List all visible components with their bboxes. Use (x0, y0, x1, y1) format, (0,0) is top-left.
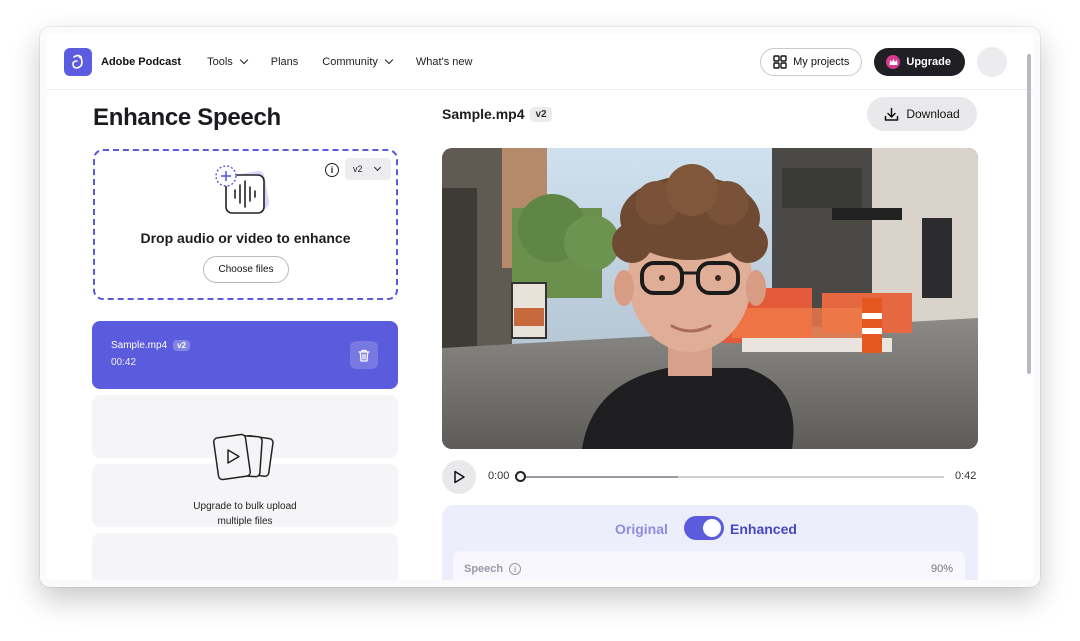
selected-file-name: Sample.mp4 (442, 106, 525, 122)
chevron-down-icon (373, 163, 381, 172)
download-label: Download (906, 107, 960, 121)
download-icon (885, 107, 899, 121)
version-badge: v2 (173, 340, 191, 351)
play-icon (454, 470, 465, 484)
avatar[interactable] (977, 47, 1007, 77)
top-navigation: Adobe Podcast Tools Plans Community What… (47, 34, 1033, 90)
delete-file-button[interactable] (350, 341, 378, 369)
trash-icon (358, 349, 370, 362)
download-button[interactable]: Download (867, 97, 977, 131)
my-projects-label: My projects (793, 56, 850, 68)
selected-file-title: Sample.mp4 v2 (442, 106, 552, 122)
version-select[interactable]: v2 (345, 158, 391, 180)
choose-files-button[interactable]: Choose files (203, 256, 289, 283)
seek-bar[interactable] (521, 476, 944, 478)
chevron-down-icon (384, 55, 394, 65)
upgrade-label: Upgrade (906, 56, 951, 68)
empty-file-slot (92, 533, 398, 580)
nav-tools[interactable]: Tools (207, 55, 249, 68)
info-icon[interactable]: i (325, 163, 339, 177)
speech-strength-row[interactable]: Speech i 90% (453, 551, 965, 580)
enhance-panel: Original Enhanced Speech i 90% (442, 505, 978, 580)
version-badge: v2 (530, 106, 552, 122)
adobe-podcast-logo-icon[interactable] (64, 47, 92, 76)
nav-whats-new-label: What's new (415, 55, 473, 68)
brand-name[interactable]: Adobe Podcast (101, 56, 181, 68)
page-scrollbar[interactable] (1027, 54, 1031, 374)
file-card-title: Sample.mp4 v2 (111, 340, 191, 351)
nav-tools-label: Tools (207, 55, 233, 68)
speech-value: 90% (930, 563, 953, 575)
version-select-value: v2 (353, 164, 363, 174)
chevron-down-icon (239, 55, 249, 65)
nav-plans-label: Plans (270, 55, 299, 68)
file-card-selected[interactable]: Sample.mp4 v2 00:42 (92, 321, 398, 389)
original-enhanced-toggle[interactable] (684, 516, 724, 540)
upload-dropzone[interactable]: i v2 Drop audio or video to enhance Choo… (93, 149, 398, 300)
file-card-name: Sample.mp4 (111, 340, 168, 351)
browser-content: Adobe Podcast Tools Plans Community What… (47, 34, 1033, 580)
page-title: Enhance Speech (93, 104, 281, 131)
my-projects-button[interactable]: My projects (760, 48, 863, 76)
video-preview[interactable] (442, 148, 978, 449)
nav-whats-new[interactable]: What's new (416, 56, 473, 68)
bulk-upload-line-2: multiple files (217, 516, 273, 527)
nav-community-label: Community (322, 55, 378, 68)
bulk-upload-message: Upgrade to bulk upload multiple files (92, 499, 398, 529)
current-time: 0:00 (488, 470, 510, 482)
nav-plans[interactable]: Plans (271, 56, 299, 68)
enhanced-label[interactable]: Enhanced (730, 521, 797, 537)
speech-label: Speech (464, 563, 504, 575)
seek-handle[interactable] (515, 471, 526, 482)
toggle-knob (703, 519, 721, 537)
total-time: 0:42 (955, 470, 977, 482)
buffered-progress (521, 476, 678, 478)
nav-community[interactable]: Community (322, 55, 394, 68)
upgrade-button[interactable]: Upgrade (874, 48, 965, 76)
audio-upload-icon (215, 165, 279, 222)
speech-label-group: Speech i (464, 563, 522, 575)
bulk-upload-line-1: Upgrade to bulk upload (193, 501, 297, 512)
grid-icon (773, 55, 787, 69)
info-icon[interactable]: i (509, 563, 522, 575)
dropzone-prompt: Drop audio or video to enhance (140, 230, 351, 246)
app-window: Adobe Podcast Tools Plans Community What… (40, 27, 1040, 587)
crown-icon (886, 55, 901, 69)
file-card-duration: 00:42 (111, 357, 137, 368)
play-button[interactable] (442, 460, 476, 494)
header-actions: My projects Upgrade (760, 47, 1007, 77)
original-label[interactable]: Original (615, 521, 668, 537)
stacked-files-play-icon (213, 432, 277, 493)
